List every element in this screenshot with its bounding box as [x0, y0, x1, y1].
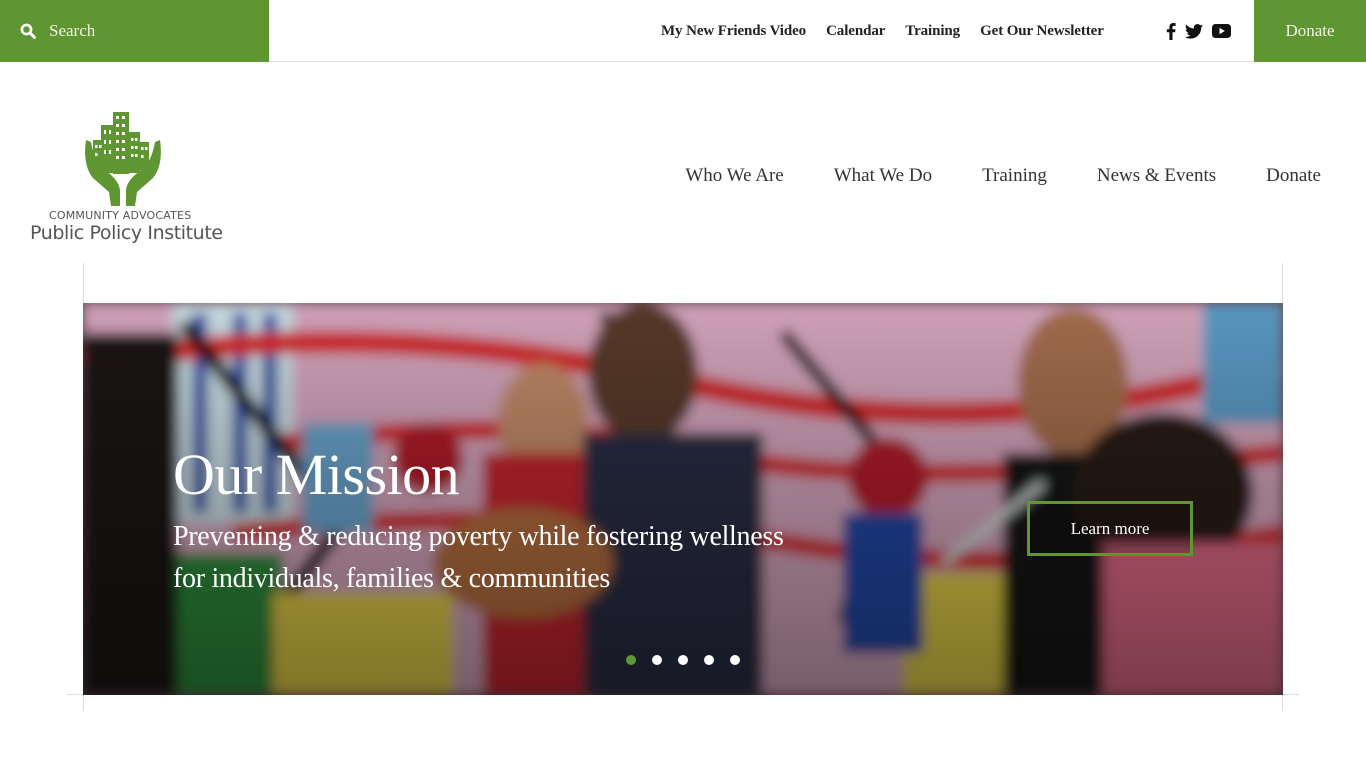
hero-subtitle: Preventing & reducing poverty while fost… — [173, 521, 784, 594]
hero-title: Our Mission — [173, 442, 460, 507]
utility-bar: Search My New Friends Video Calendar Tra… — [0, 0, 1366, 62]
donate-top-button[interactable]: Donate — [1254, 0, 1366, 62]
nav-donate[interactable]: Donate — [1266, 165, 1321, 187]
slide-dot-4[interactable] — [704, 655, 714, 665]
utility-links: My New Friends Video Calendar Training G… — [661, 0, 1124, 62]
logo-line1: COMMUNITY ADVOCATES — [49, 209, 192, 222]
nav-news-events[interactable]: News & Events — [1097, 165, 1216, 187]
search-icon — [20, 23, 36, 39]
slide-dot-1[interactable] — [626, 655, 636, 665]
util-link-my-new-friends-video[interactable]: My New Friends Video — [661, 23, 806, 40]
util-link-training[interactable]: Training — [905, 23, 960, 40]
nav-what-we-do[interactable]: What We Do — [834, 165, 932, 187]
search-label: Search — [49, 21, 96, 40]
site-logo[interactable]: COMMUNITY ADVOCATES Public Policy Instit… — [28, 110, 223, 250]
util-link-calendar[interactable]: Calendar — [826, 23, 885, 40]
slide-dot-2[interactable] — [652, 655, 662, 665]
slider-pagination — [626, 655, 756, 665]
learn-more-button[interactable]: Learn more — [1027, 501, 1193, 556]
search-button[interactable]: Search — [0, 0, 269, 62]
youtube-icon[interactable] — [1212, 24, 1231, 38]
slide-dot-5[interactable] — [730, 655, 740, 665]
util-link-newsletter[interactable]: Get Our Newsletter — [980, 23, 1104, 40]
hands-holding-buildings-icon — [85, 112, 161, 206]
twitter-icon[interactable] — [1185, 23, 1203, 39]
nav-training[interactable]: Training — [982, 165, 1047, 187]
hero-slider: Our Mission Preventing & reducing povert… — [83, 303, 1283, 695]
main-nav: Who We Are What We Do Training News & Ev… — [635, 165, 1321, 187]
logo-line2: Public Policy Institute — [30, 222, 223, 244]
nav-who-we-are[interactable]: Who We Are — [685, 165, 783, 187]
facebook-icon[interactable] — [1166, 22, 1176, 40]
social-links — [1166, 0, 1240, 62]
slide-dot-3[interactable] — [678, 655, 688, 665]
